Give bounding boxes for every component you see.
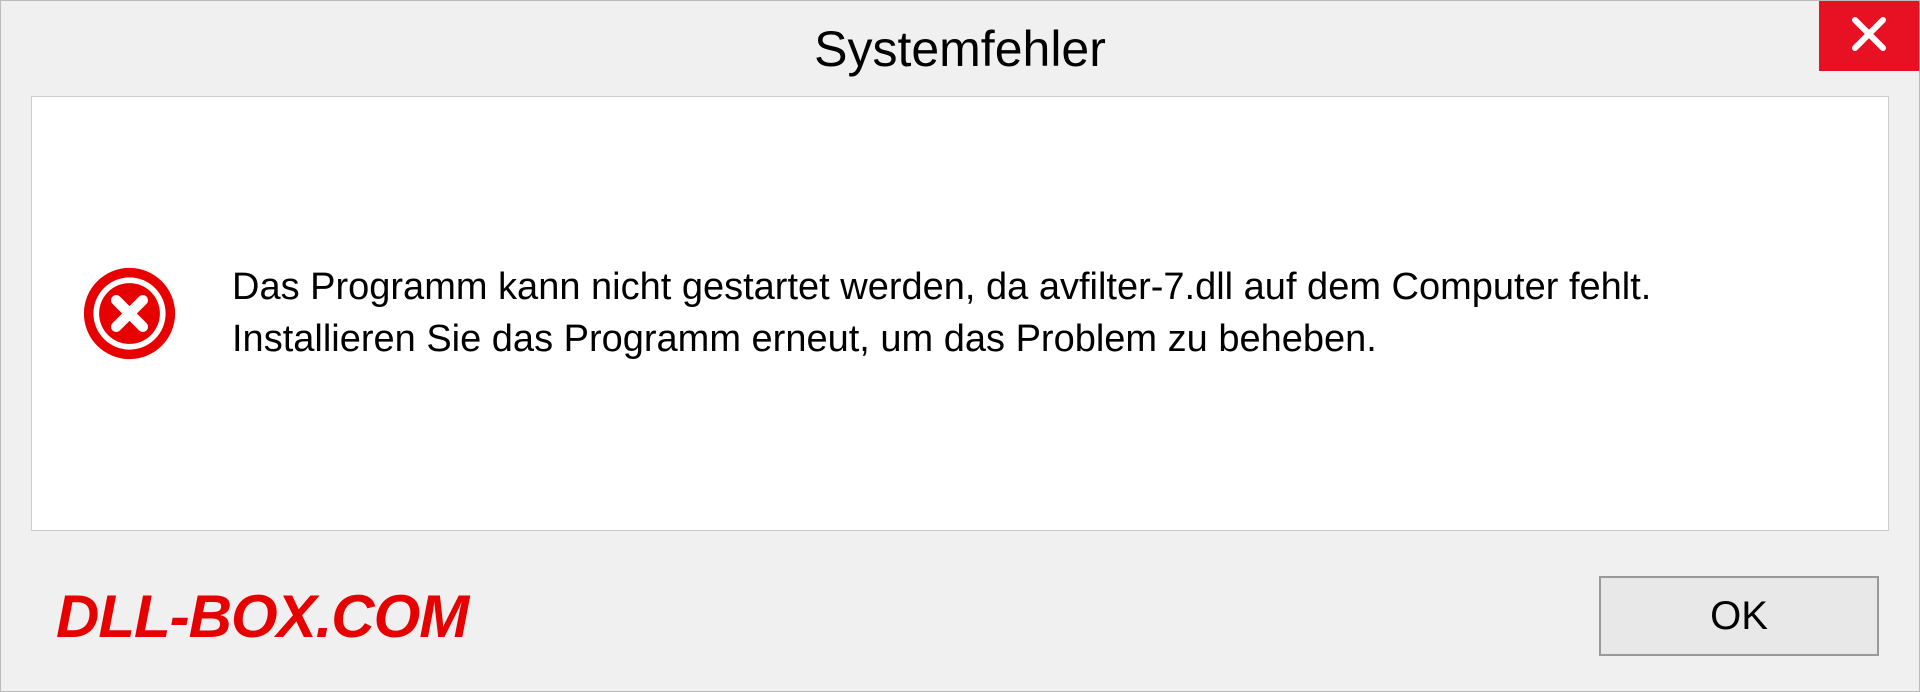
title-bar: Systemfehler [1, 1, 1919, 96]
ok-button[interactable]: OK [1599, 576, 1879, 656]
footer-area: DLL-BOX.COM OK [1, 561, 1919, 691]
close-button[interactable] [1819, 1, 1919, 71]
error-message: Das Programm kann nicht gestartet werden… [232, 262, 1838, 365]
dialog-title: Systemfehler [814, 20, 1106, 78]
error-icon [82, 266, 177, 361]
close-icon [1849, 14, 1889, 59]
ok-button-label: OK [1710, 594, 1768, 639]
watermark-text: DLL-BOX.COM [56, 582, 468, 651]
error-dialog: Systemfehler Das Programm kann nicht ges… [0, 0, 1920, 692]
content-area: Das Programm kann nicht gestartet werden… [31, 96, 1889, 531]
